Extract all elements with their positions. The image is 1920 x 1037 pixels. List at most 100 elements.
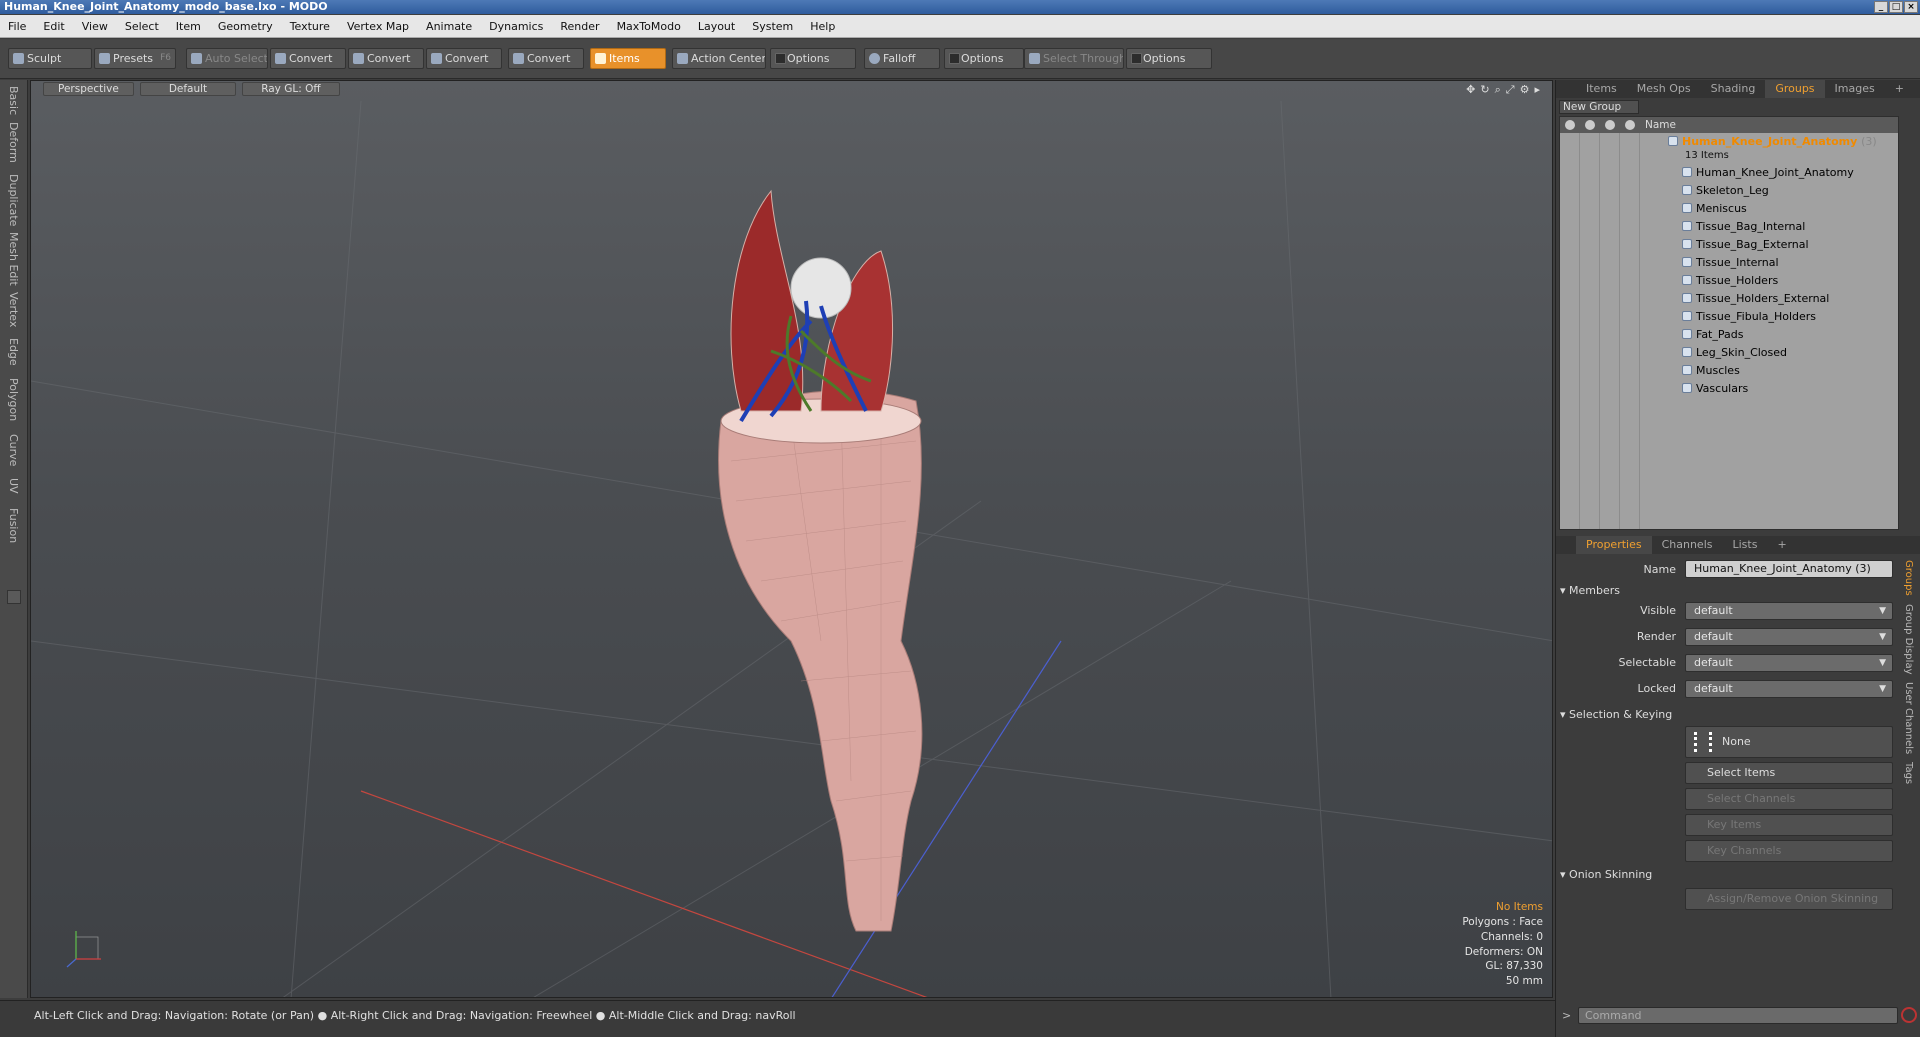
menu-select[interactable]: Select [125, 20, 159, 33]
visibility-eye-icon[interactable] [1565, 120, 1575, 130]
3d-viewport[interactable]: Perspective Default Ray GL: Off ✥ ↻ ⌕ ⤢ … [30, 80, 1553, 998]
options-button-2[interactable]: Options [944, 48, 1024, 69]
new-group-button[interactable]: New Group [1559, 100, 1639, 114]
view-type-selector[interactable]: Perspective [43, 82, 134, 96]
items-mode-button[interactable]: Items [590, 48, 666, 69]
tab-groups[interactable]: Groups [1765, 80, 1825, 98]
tab-mesh-ops[interactable]: Mesh Ops [1627, 80, 1701, 98]
menu-item[interactable]: Item [176, 20, 201, 33]
none-button[interactable]: None [1685, 726, 1893, 758]
select-items-button[interactable]: Select Items [1685, 762, 1893, 784]
tree-row[interactable]: Leg_Skin_Closed [1682, 344, 1787, 362]
tree-row[interactable]: Tissue_Fibula_Holders [1682, 308, 1816, 326]
menu-layout[interactable]: Layout [698, 20, 735, 33]
raygl-toggle[interactable]: Ray GL: Off [242, 82, 340, 96]
maximize-button[interactable]: □ [1889, 1, 1903, 13]
options-button-3[interactable]: Options [1126, 48, 1212, 69]
tab-deform[interactable]: Deform [7, 122, 20, 163]
convert-button-4[interactable]: Convert [508, 48, 584, 69]
locked-dropdown[interactable]: default ▼ [1685, 680, 1893, 698]
tree-row[interactable]: Vasculars [1682, 380, 1748, 398]
visible-dropdown[interactable]: default ▼ [1685, 602, 1893, 620]
options-button-1[interactable]: Options [770, 48, 856, 69]
key-items-button[interactable]: Key Items [1685, 814, 1893, 836]
select-through-button[interactable]: Select Through [1024, 48, 1124, 69]
tab-items[interactable]: Items [1576, 80, 1627, 98]
tree-row[interactable]: Tissue_Bag_Internal [1682, 218, 1805, 236]
fit-icon[interactable]: ⤢ [1506, 83, 1515, 97]
side-tab-user-channels[interactable]: User Channels [1903, 682, 1914, 754]
lock-icon[interactable] [1625, 120, 1635, 130]
side-tab-groups[interactable]: Groups [1903, 560, 1914, 596]
render-icon[interactable] [1585, 120, 1595, 130]
menu-view[interactable]: View [82, 20, 108, 33]
close-button[interactable]: × [1904, 1, 1918, 13]
tree-row[interactable]: Tissue_Internal [1682, 254, 1779, 272]
side-tab-tags[interactable]: Tags [1903, 762, 1914, 784]
tab-mesh-edit[interactable]: Mesh Edit [7, 232, 20, 286]
minimize-button[interactable]: _ [1874, 1, 1888, 13]
pan-icon[interactable]: ✥ [1466, 83, 1475, 97]
tab-channels[interactable]: Channels [1652, 536, 1723, 554]
settings-gear-icon[interactable]: ⚙ [1520, 83, 1530, 97]
name-column-header[interactable]: Name [1645, 117, 1676, 133]
tab-uv[interactable]: UV [7, 478, 20, 494]
menu-animate[interactable]: Animate [426, 20, 472, 33]
menu-geometry[interactable]: Geometry [218, 20, 273, 33]
members-section[interactable]: ▾ Members [1560, 584, 1620, 597]
menu-texture[interactable]: Texture [290, 20, 330, 33]
sculpt-button[interactable]: Sculpt [8, 48, 92, 69]
select-icon[interactable] [1605, 120, 1615, 130]
select-channels-button[interactable]: Select Channels [1685, 788, 1893, 810]
menu-system[interactable]: System [752, 20, 793, 33]
convert-button-3[interactable]: Convert [426, 48, 502, 69]
add-tab-icon[interactable]: + [1767, 536, 1796, 554]
tree-row[interactable]: Skeleton_Leg [1682, 182, 1769, 200]
menu-vertex-map[interactable]: Vertex Map [347, 20, 409, 33]
tree-row[interactable]: Tissue_Holders [1682, 272, 1778, 290]
tab-duplicate[interactable]: Duplicate [7, 174, 20, 226]
tab-properties[interactable]: Properties [1576, 536, 1652, 554]
tree-row[interactable]: Tissue_Bag_External [1682, 236, 1809, 254]
presets-button[interactable]: Presets F6 [94, 48, 176, 69]
tree-row[interactable]: Tissue_Holders_External [1682, 290, 1829, 308]
command-input[interactable]: Command [1578, 1007, 1898, 1024]
record-macro-icon[interactable] [1901, 1007, 1917, 1023]
render-dropdown[interactable]: default ▼ [1685, 628, 1893, 646]
tree-row[interactable]: Human_Knee_Joint_Anatomy [1682, 164, 1854, 182]
rotate-icon[interactable]: ↻ [1480, 83, 1489, 97]
onion-skinning-section[interactable]: ▾ Onion Skinning [1560, 868, 1652, 881]
menu-help[interactable]: Help [810, 20, 835, 33]
falloff-button[interactable]: Falloff [864, 48, 940, 69]
tree-row[interactable]: Fat_Pads [1682, 326, 1743, 344]
key-channels-button[interactable]: Key Channels [1685, 840, 1893, 862]
side-tab-group-display[interactable]: Group Display [1903, 604, 1914, 674]
expand-arrow-icon[interactable]: ▸ [1534, 83, 1540, 97]
assign-onion-button[interactable]: Assign/Remove Onion Skinning [1685, 888, 1893, 910]
tree-row[interactable]: Muscles [1682, 362, 1740, 380]
selectable-dropdown[interactable]: default ▼ [1685, 654, 1893, 672]
tab-lists[interactable]: Lists [1723, 536, 1768, 554]
tab-curve[interactable]: Curve [7, 434, 20, 466]
palette-toggle-button[interactable] [7, 590, 21, 604]
selection-keying-section[interactable]: ▾ Selection & Keying [1560, 708, 1672, 721]
menu-edit[interactable]: Edit [43, 20, 64, 33]
shading-selector[interactable]: Default [139, 82, 237, 96]
menu-maxtomodo[interactable]: MaxToModo [617, 20, 681, 33]
action-center-button[interactable]: Action Center [672, 48, 766, 69]
tab-shading[interactable]: Shading [1701, 80, 1766, 98]
menu-dynamics[interactable]: Dynamics [489, 20, 543, 33]
tab-vertex[interactable]: Vertex [7, 292, 20, 327]
menu-render[interactable]: Render [560, 20, 599, 33]
tab-fusion[interactable]: Fusion [7, 508, 20, 543]
tab-basic[interactable]: Basic [7, 86, 20, 115]
zoom-icon[interactable]: ⌕ [1495, 83, 1501, 97]
add-tab-icon[interactable]: + [1885, 80, 1914, 98]
group-name-field[interactable]: Human_Knee_Joint_Anatomy (3) [1685, 560, 1893, 578]
menu-file[interactable]: File [8, 20, 26, 33]
tab-images[interactable]: Images [1825, 80, 1885, 98]
convert-button-1[interactable]: Convert [270, 48, 346, 69]
tab-polygon[interactable]: Polygon [7, 378, 20, 421]
auto-select-button[interactable]: Auto Select [186, 48, 268, 69]
tab-edge[interactable]: Edge [7, 338, 20, 366]
